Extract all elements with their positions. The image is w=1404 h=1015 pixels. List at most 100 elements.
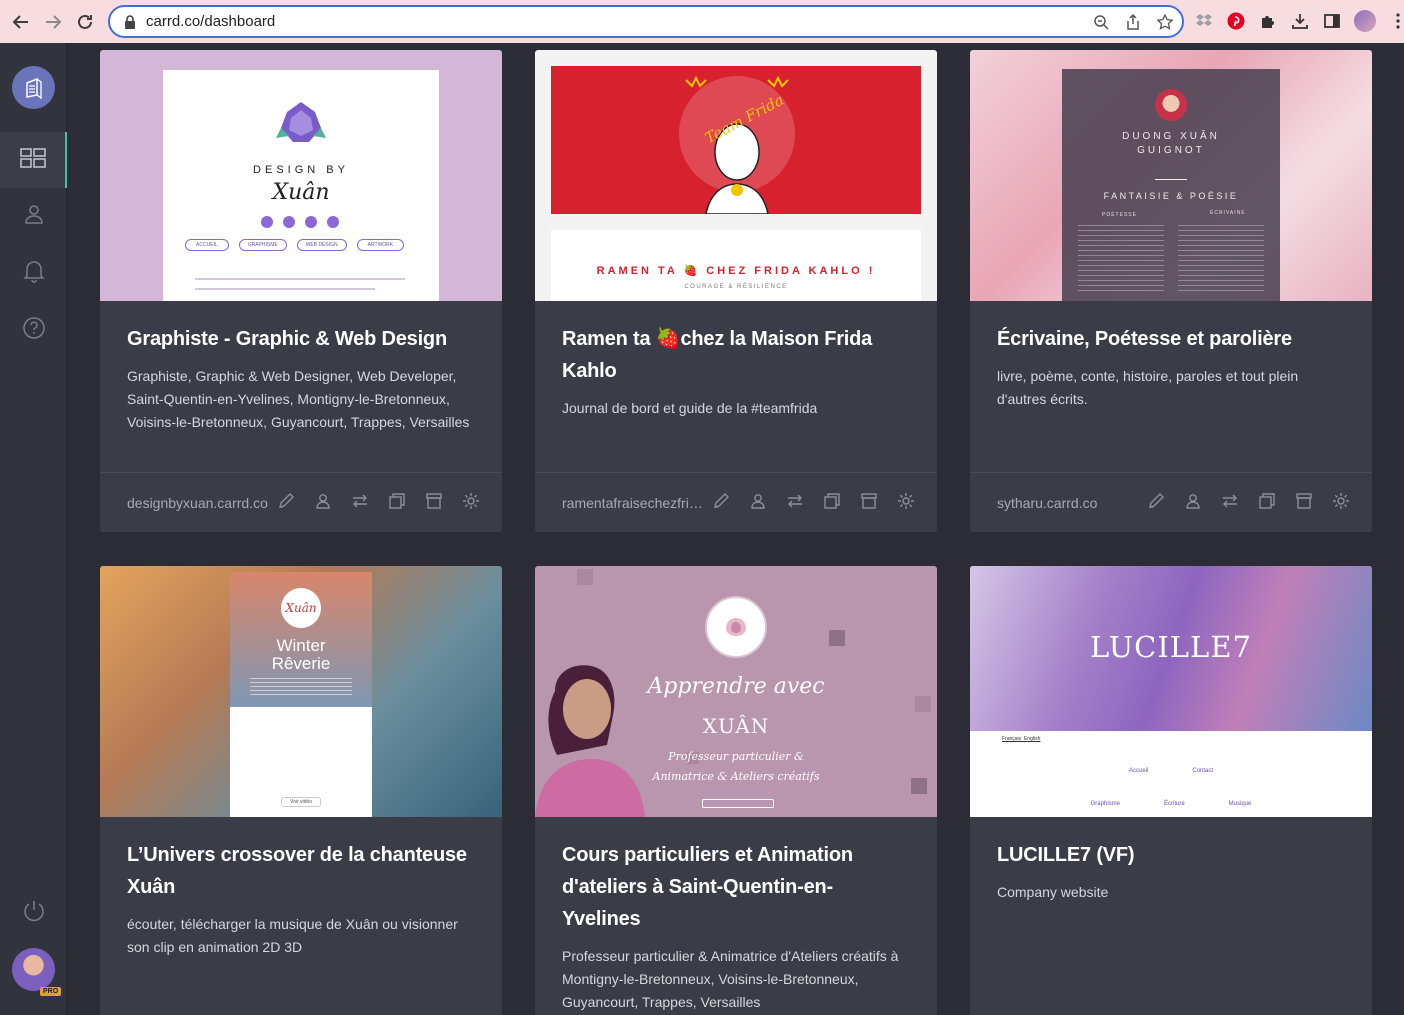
archive-icon[interactable] xyxy=(860,492,878,510)
duplicate-icon[interactable] xyxy=(1258,492,1276,510)
swap-icon[interactable] xyxy=(1221,492,1239,510)
users-icon[interactable] xyxy=(749,492,767,510)
pro-badge: PRO xyxy=(40,987,62,996)
watch-video-button[interactable]: Voir vidéo xyxy=(281,797,321,807)
thumb-col1: POÉTESSE xyxy=(1102,212,1137,218)
menu-dots-icon[interactable] xyxy=(1388,9,1404,33)
site-title[interactable]: Écrivaine, Poétesse et parolière xyxy=(997,323,1345,355)
thumb-title-line2: Rêverie xyxy=(271,654,331,673)
settings-gear-icon[interactable] xyxy=(462,492,480,510)
site-description: Graphiste, Graphic & Web Designer, Web D… xyxy=(127,368,470,430)
sidebar-item-notifications[interactable] xyxy=(0,245,67,301)
users-icon xyxy=(23,203,45,230)
site-title[interactable]: Cours particuliers et Animation d'atelie… xyxy=(562,839,910,935)
site-thumbnail[interactable]: LUCILLE7 Français English Accueil Contac… xyxy=(970,566,1372,817)
thumb-nav-row1: Accueil Contact xyxy=(1128,768,1214,774)
thumb-name: Xuân xyxy=(272,180,330,205)
card-footer: ramentafraisechezfrid… xyxy=(535,472,937,532)
site-card[interactable]: Xuân Winter Rêverie Voir vidéo L’Univers… xyxy=(100,566,502,1015)
site-card[interactable]: Team Frida RAMEN TA 🍓 CHEZ FRIDA KAHLO !… xyxy=(535,50,937,532)
site-title[interactable]: Ramen ta 🍓chez la Maison Frida Kahlo xyxy=(562,323,910,387)
edit-pencil-icon[interactable] xyxy=(1147,492,1165,510)
site-description: écouter, télécharger la musique de Xuân … xyxy=(127,916,458,955)
site-description: livre, poème, conte, histoire, paroles e… xyxy=(997,368,1299,407)
grid-icon xyxy=(19,147,46,173)
site-card[interactable]: DESIGN BY Xuân ACCUEIL GRAPHISME WEB DES… xyxy=(100,50,502,532)
site-card[interactable]: LUCILLE7 Français English Accueil Contac… xyxy=(970,566,1372,1015)
settings-gear-icon[interactable] xyxy=(897,492,915,510)
side-panel-icon[interactable] xyxy=(1322,9,1342,33)
sites-grid: DESIGN BY Xuân ACCUEIL GRAPHISME WEB DES… xyxy=(67,43,1404,1015)
settings-gear-icon[interactable] xyxy=(1332,492,1350,510)
thumb-heading: RAMEN TA 🍓 CHEZ FRIDA KAHLO ! xyxy=(596,265,876,277)
sidebar-item-help[interactable] xyxy=(0,302,67,358)
forward-arrow-icon[interactable] xyxy=(39,8,67,36)
thumb-line1: Apprendre avec xyxy=(647,674,825,699)
site-title[interactable]: LUCILLE7 (VF) xyxy=(997,839,1345,871)
lock-icon xyxy=(122,14,138,30)
zoom-icon[interactable] xyxy=(1092,13,1110,31)
site-thumbnail[interactable]: DUONG XUÂN GUIGNOT FANTAISIE & POÉSIE PO… xyxy=(970,50,1372,301)
thumb-nav-row2: Graphisme Écriture Musique xyxy=(1090,801,1252,807)
site-description: Professeur particulier & Animatrice d'At… xyxy=(562,948,899,1010)
site-thumbnail[interactable]: Apprendre avec XUÂN Professeur particuli… xyxy=(535,566,937,817)
users-icon[interactable] xyxy=(1184,492,1202,510)
thumb-subheading: COURAGE & RÉSILIENCE xyxy=(684,284,788,290)
back-arrow-icon[interactable] xyxy=(7,8,35,36)
thumb-seal-logo xyxy=(705,596,767,658)
card-footer: sytharu.carrd.co xyxy=(970,472,1372,532)
social-icons xyxy=(261,216,339,228)
reload-icon[interactable] xyxy=(71,8,99,36)
url-text: carrd.co/dashboard xyxy=(146,13,276,30)
app-sidebar: PRO xyxy=(0,43,67,1015)
swap-icon[interactable] xyxy=(786,492,804,510)
archive-icon[interactable] xyxy=(425,492,443,510)
swap-icon[interactable] xyxy=(351,492,369,510)
browser-toolbar: carrd.co/dashboard xyxy=(0,0,1404,43)
flower-logo-icon xyxy=(276,102,326,142)
bell-icon xyxy=(22,259,45,288)
star-icon[interactable] xyxy=(1156,13,1174,31)
power-icon xyxy=(22,899,46,928)
site-description: Journal de bord et guide de la #teamfrid… xyxy=(562,400,818,416)
edit-pencil-icon[interactable] xyxy=(712,492,730,510)
sidebar-item-sites[interactable] xyxy=(0,132,67,188)
site-url[interactable]: sytharu.carrd.co xyxy=(997,495,1145,511)
site-thumbnail[interactable]: Xuân Winter Rêverie Voir vidéo xyxy=(100,566,502,817)
site-description: Company website xyxy=(997,884,1109,900)
download-icon[interactable] xyxy=(1290,9,1310,33)
thumb-tagline: FANTAISIE & POÉSIE xyxy=(1103,191,1239,201)
site-card[interactable]: DUONG XUÂN GUIGNOT FANTAISIE & POÉSIE PO… xyxy=(970,50,1372,532)
thumb-lang: Français English xyxy=(1002,736,1041,742)
share-icon[interactable] xyxy=(1124,13,1142,31)
duplicate-icon[interactable] xyxy=(823,492,841,510)
archive-icon[interactable] xyxy=(1295,492,1313,510)
user-avatar[interactable] xyxy=(12,948,55,991)
users-icon[interactable] xyxy=(314,492,332,510)
card-footer: designbyxuan.carrd.co xyxy=(100,472,502,532)
sidebar-item-users[interactable] xyxy=(0,188,67,244)
pinterest-icon[interactable] xyxy=(1226,9,1246,33)
site-title[interactable]: L’Univers crossover de la chanteuse Xuân xyxy=(127,839,475,903)
edit-pencil-icon[interactable] xyxy=(277,492,295,510)
dropbox-icon[interactable] xyxy=(1194,9,1214,33)
thumb-line2: XUÂN xyxy=(702,714,770,738)
site-thumbnail[interactable]: Team Frida RAMEN TA 🍓 CHEZ FRIDA KAHLO !… xyxy=(535,50,937,301)
address-bar[interactable]: carrd.co/dashboard xyxy=(108,5,1184,38)
site-card[interactable]: Apprendre avec XUÂN Professeur particuli… xyxy=(535,566,937,1015)
sidebar-item-logout[interactable] xyxy=(0,885,67,941)
help-icon xyxy=(22,316,46,345)
thumb-logo: LUCILLE7 xyxy=(1090,630,1252,664)
site-title[interactable]: Graphiste - Graphic & Web Design xyxy=(127,323,475,355)
site-url[interactable]: ramentafraisechezfrid… xyxy=(562,495,710,511)
thumb-nav: ACCUEIL GRAPHISME WEB DESIGN ARTWORK xyxy=(185,239,405,251)
extensions-puzzle-icon[interactable] xyxy=(1258,9,1278,33)
carrd-logo[interactable] xyxy=(12,66,55,109)
site-thumbnail[interactable]: DESIGN BY Xuân ACCUEIL GRAPHISME WEB DES… xyxy=(100,50,502,301)
profile-avatar[interactable] xyxy=(1354,10,1376,32)
duplicate-icon[interactable] xyxy=(388,492,406,510)
thumb-heading: DESIGN BY xyxy=(253,164,349,176)
thumb-name-line2: GUIGNOT xyxy=(1137,145,1205,156)
site-url[interactable]: designbyxuan.carrd.co xyxy=(127,495,275,511)
thumb-col2: ÉCRIVAINE xyxy=(1210,210,1246,216)
